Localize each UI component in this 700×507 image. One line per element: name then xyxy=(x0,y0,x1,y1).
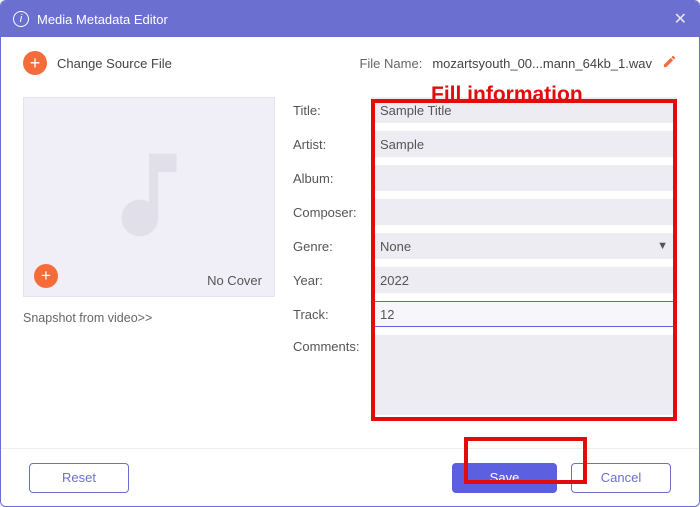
label-album: Album: xyxy=(293,171,365,186)
label-genre: Genre: xyxy=(293,239,365,254)
snapshot-link[interactable]: Snapshot from video>> xyxy=(23,311,275,325)
window-title: Media Metadata Editor xyxy=(37,12,168,27)
label-composer: Composer: xyxy=(293,205,365,220)
cover-panel: + No Cover Snapshot from video>> xyxy=(23,85,275,415)
label-track: Track: xyxy=(293,307,365,322)
annotation-box-fields xyxy=(371,99,677,421)
label-year: Year: xyxy=(293,273,365,288)
filename-value: mozartsyouth_00...mann_64kb_1.wav xyxy=(432,56,652,71)
titlebar: i Media Metadata Editor ✕ xyxy=(1,1,699,37)
metadata-editor-window: i Media Metadata Editor ✕ + Change Sourc… xyxy=(0,0,700,507)
music-note-icon xyxy=(94,140,204,255)
no-cover-label: No Cover xyxy=(207,273,262,288)
toolbar: + Change Source File File Name: mozartsy… xyxy=(1,37,699,85)
cover-image-box: + No Cover xyxy=(23,97,275,297)
filename-label: File Name: xyxy=(359,56,422,71)
close-icon[interactable]: ✕ xyxy=(674,9,687,29)
add-cover-icon[interactable]: + xyxy=(34,264,58,288)
change-source-button[interactable]: Change Source File xyxy=(57,56,172,71)
filename-area: File Name: mozartsyouth_00...mann_64kb_1… xyxy=(359,54,677,72)
label-comments: Comments: xyxy=(293,335,365,354)
pencil-icon[interactable] xyxy=(662,54,677,72)
info-icon: i xyxy=(13,11,29,27)
label-artist: Artist: xyxy=(293,137,365,152)
add-source-icon[interactable]: + xyxy=(23,51,47,75)
label-title: Title: xyxy=(293,103,365,118)
reset-button[interactable]: Reset xyxy=(29,463,129,493)
annotation-box-save xyxy=(464,437,587,484)
footer: Reset Save Cancel xyxy=(1,448,699,506)
